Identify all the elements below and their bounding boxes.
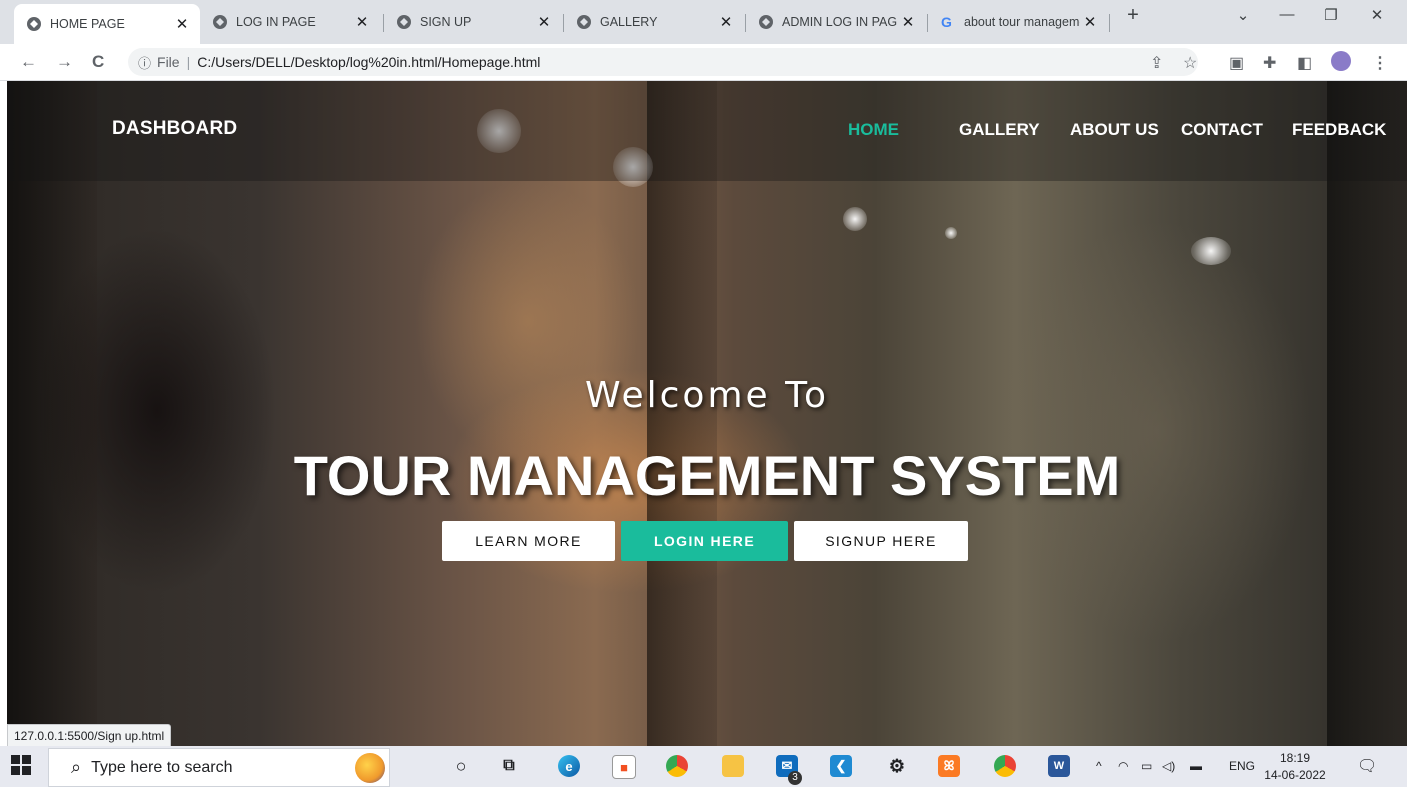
address-separator: |: [186, 54, 191, 70]
word-icon[interactable]: W: [1048, 755, 1070, 777]
show-hidden-icons-icon[interactable]: ^: [1096, 759, 1102, 773]
bokeh-light: [945, 227, 957, 239]
browser-tab-strip: HOME PAGE ✕ LOG IN PAGE ✕ SIGN UP ✕ GALL…: [0, 0, 1407, 44]
extensions-puzzle-icon[interactable]: ✚: [1263, 53, 1276, 73]
side-panel-icon[interactable]: ◧: [1297, 53, 1312, 73]
new-tab-icon[interactable]: +: [1118, 4, 1148, 27]
close-icon[interactable]: ✕: [898, 13, 918, 31]
scheme-label: File: [157, 54, 180, 70]
close-icon[interactable]: ✕: [716, 13, 736, 31]
profile-avatar[interactable]: [1331, 51, 1351, 71]
edge-icon[interactable]: e: [558, 755, 580, 777]
globe-icon: [758, 14, 774, 30]
nav-home[interactable]: HOME: [848, 120, 899, 140]
tab-title: GALLERY: [600, 15, 658, 29]
search-placeholder: Type here to search: [91, 758, 233, 776]
tab-title: HOME PAGE: [50, 17, 125, 31]
task-view-icon[interactable]: ⧉: [498, 755, 520, 777]
bokeh-light: [1191, 237, 1231, 265]
tab-google-search[interactable]: G about tour management ✕: [928, 4, 1108, 40]
tab-title: about tour management: [964, 15, 1080, 29]
cortana-icon[interactable]: ○: [450, 755, 472, 777]
tab-home-page[interactable]: HOME PAGE ✕: [14, 4, 200, 44]
url-text[interactable]: C:/Users/DELL/Desktop/log%20in.html/Home…: [197, 54, 540, 70]
back-icon[interactable]: ←: [20, 52, 37, 72]
search-icon: ⌕: [71, 757, 82, 777]
hero-title: TOUR MANAGEMENT SYSTEM: [293, 444, 1121, 507]
mail-badge: 3: [788, 771, 802, 785]
info-icon[interactable]: ⓘ: [138, 53, 151, 72]
tab-gallery[interactable]: GALLERY ✕: [564, 4, 744, 40]
globe-icon: [212, 14, 228, 30]
site-navbar: DASHBOARD HOME GALLERY ABOUT US CONTACT …: [7, 81, 1407, 181]
browser-toolbar: ← → C ⓘ File | C:/Users/DELL/Desktop/log…: [0, 44, 1407, 81]
signup-here-button[interactable]: SIGNUP HERE: [794, 521, 968, 561]
learn-more-button[interactable]: LEARN MORE: [442, 521, 615, 561]
address-bar[interactable]: ⓘ File | C:/Users/DELL/Desktop/log%20in.…: [128, 48, 1198, 76]
tab-title: SIGN UP: [420, 15, 472, 29]
link-status-bubble: 127.0.0.1:5500/Sign up.html: [7, 724, 172, 747]
system-clock[interactable]: 18:19 14-06-2022: [1262, 750, 1328, 784]
svg-text:G: G: [941, 14, 952, 30]
globe-icon: [26, 16, 42, 32]
tab-sign-up[interactable]: SIGN UP ✕: [384, 4, 562, 40]
site-brand[interactable]: DASHBOARD: [112, 118, 237, 140]
login-here-button[interactable]: LOGIN HERE: [621, 521, 788, 561]
windows-taskbar: ⌕ Type here to search ○ ⧉ e ■ ✉ 3 ❮ ⚙ ꕤ …: [0, 746, 1407, 787]
close-icon[interactable]: ✕: [1080, 13, 1100, 31]
close-icon[interactable]: ✕: [534, 13, 554, 31]
battery-icon[interactable]: ▭: [1141, 759, 1152, 773]
windows-start-icon[interactable]: [10, 754, 34, 778]
xampp-icon[interactable]: ꕤ: [938, 755, 960, 777]
homepage-hero-background: DASHBOARD HOME GALLERY ABOUT US CONTACT …: [7, 81, 1407, 746]
minimize-icon[interactable]: —: [1272, 6, 1302, 23]
chrome-profile-icon[interactable]: [994, 755, 1016, 777]
nav-gallery[interactable]: GALLERY: [959, 120, 1040, 140]
notifications-icon[interactable]: 🗨: [1357, 756, 1377, 776]
bokeh-light: [843, 207, 867, 231]
tab-admin-log-in-page[interactable]: ADMIN LOG IN PAGE ✕: [746, 4, 926, 40]
globe-icon: [396, 14, 412, 30]
keyboard-icon[interactable]: ▬: [1190, 759, 1202, 773]
tab-search-icon[interactable]: ⌄: [1228, 6, 1258, 24]
extension-box-icon[interactable]: ▣: [1229, 53, 1244, 73]
file-explorer-icon[interactable]: [722, 755, 744, 777]
volume-icon[interactable]: ◁): [1162, 759, 1175, 773]
search-highlight-icon: [355, 753, 385, 783]
window-close-icon[interactable]: ✕: [1362, 6, 1392, 24]
bookmark-star-icon[interactable]: ☆: [1183, 53, 1197, 73]
globe-icon: [576, 14, 592, 30]
nav-feedback[interactable]: FEEDBACK: [1292, 120, 1386, 140]
reload-icon[interactable]: C: [92, 52, 104, 72]
tab-title: LOG IN PAGE: [236, 15, 316, 29]
share-icon[interactable]: ⇪: [1150, 53, 1163, 73]
menu-kebab-icon[interactable]: ⋮: [1372, 53, 1388, 73]
forward-icon[interactable]: →: [56, 52, 73, 72]
hero-welcome-text: Welcome To: [584, 375, 829, 416]
language-indicator[interactable]: ENG: [1229, 759, 1255, 773]
nav-contact[interactable]: CONTACT: [1181, 120, 1263, 140]
clock-time: 18:19: [1279, 751, 1311, 765]
store-icon[interactable]: ■: [612, 755, 636, 779]
tab-log-in-page[interactable]: LOG IN PAGE ✕: [200, 4, 380, 40]
taskbar-search-box[interactable]: ⌕ Type here to search: [48, 748, 390, 787]
chrome-icon[interactable]: [666, 755, 688, 777]
wifi-icon[interactable]: ◠: [1118, 759, 1128, 773]
google-icon: G: [940, 14, 956, 30]
tab-separator: [1109, 14, 1110, 32]
nav-about-us[interactable]: ABOUT US: [1070, 120, 1159, 140]
tab-title: ADMIN LOG IN PAGE: [782, 15, 898, 29]
restore-icon[interactable]: ❐: [1316, 6, 1346, 24]
vscode-icon[interactable]: ❮: [830, 755, 852, 777]
close-icon[interactable]: ✕: [352, 13, 372, 31]
clock-date: 14-06-2022: [1264, 768, 1326, 782]
settings-icon[interactable]: ⚙: [886, 755, 908, 777]
close-icon[interactable]: ✕: [172, 15, 192, 33]
